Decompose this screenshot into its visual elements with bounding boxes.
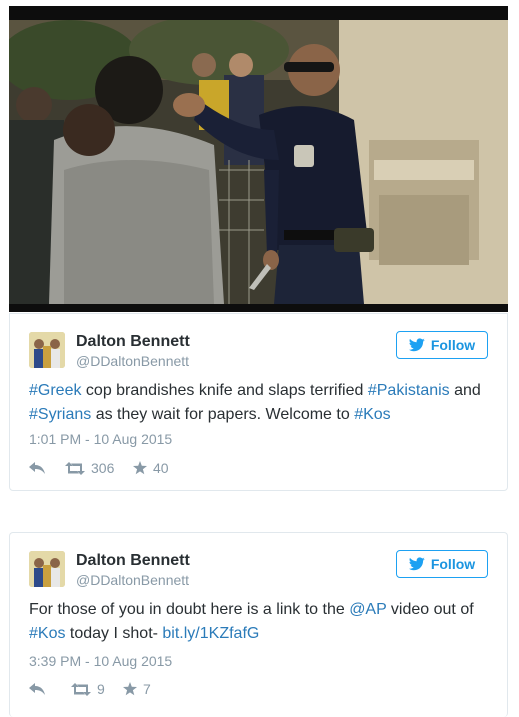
hashtag-link[interactable]: #Kos — [354, 406, 390, 423]
text-segment: and — [449, 382, 481, 399]
like-button[interactable]: 7 — [123, 681, 151, 697]
text-segment: cop brandishes knife and slaps terrified — [81, 382, 368, 399]
follow-button[interactable]: Follow — [396, 550, 488, 578]
retweet-count: 9 — [97, 681, 105, 697]
twitter-bird-icon — [408, 338, 425, 352]
tweet-card: Dalton Bennett @DDaltonBennett Follow #G… — [9, 313, 508, 491]
tweet-text: For those of you in doubt here is a link… — [29, 598, 493, 646]
text-segment: as they wait for papers. Welcome to — [91, 406, 355, 423]
reply-button[interactable] — [29, 683, 71, 695]
text-segment: video out of — [386, 601, 474, 618]
follow-label: Follow — [430, 337, 476, 353]
star-icon — [123, 682, 137, 696]
hashtag-link[interactable]: #Pakistanis — [368, 382, 450, 399]
photo-illustration — [9, 20, 508, 304]
author-name[interactable]: Dalton Bennett — [76, 333, 190, 351]
author-handle[interactable]: @DDaltonBennett — [76, 572, 189, 588]
mention-link[interactable]: @AP — [349, 601, 386, 618]
avatar-image — [29, 332, 65, 368]
hashtag-link[interactable]: #Syrians — [29, 406, 91, 423]
like-count: 7 — [143, 681, 151, 697]
text-segment: today I shot- — [65, 625, 163, 642]
author-name[interactable]: Dalton Bennett — [76, 552, 190, 570]
tweet-actions: 9 7 — [29, 681, 151, 697]
hashtag-link[interactable]: #Kos — [29, 625, 65, 642]
retweet-count: 306 — [91, 460, 115, 476]
avatar-image — [29, 551, 65, 587]
tweet-card: Dalton Bennett @DDaltonBennett Follow Fo… — [9, 532, 508, 717]
url-link[interactable]: bit.ly/1KZfafG — [162, 625, 259, 642]
text-segment: For those of you in doubt here is a link… — [29, 601, 350, 618]
tweet-actions: 306 40 — [29, 460, 169, 476]
follow-label: Follow — [430, 556, 476, 572]
tweet-media-photo[interactable] — [9, 6, 508, 312]
reply-icon — [29, 683, 45, 695]
star-icon — [133, 461, 147, 475]
reply-button[interactable] — [29, 462, 65, 474]
reply-icon — [29, 462, 45, 474]
twitter-bird-icon — [408, 557, 425, 571]
tweet-timestamp[interactable]: 3:39 PM - 10 Aug 2015 — [29, 653, 172, 669]
like-count: 40 — [153, 460, 169, 476]
author-handle[interactable]: @DDaltonBennett — [76, 353, 189, 369]
retweet-icon — [71, 682, 91, 696]
tweet-timestamp[interactable]: 1:01 PM - 10 Aug 2015 — [29, 431, 172, 447]
avatar[interactable] — [29, 551, 65, 587]
follow-button[interactable]: Follow — [396, 331, 488, 359]
like-button[interactable]: 40 — [133, 460, 169, 476]
photo-scene — [9, 20, 508, 304]
retweet-button[interactable]: 9 — [71, 681, 123, 697]
retweet-icon — [65, 461, 85, 475]
hashtag-link[interactable]: #Greek — [29, 382, 81, 399]
avatar[interactable] — [29, 332, 65, 368]
retweet-button[interactable]: 306 — [65, 460, 133, 476]
tweet-text: #Greek cop brandishes knife and slaps te… — [29, 379, 493, 427]
